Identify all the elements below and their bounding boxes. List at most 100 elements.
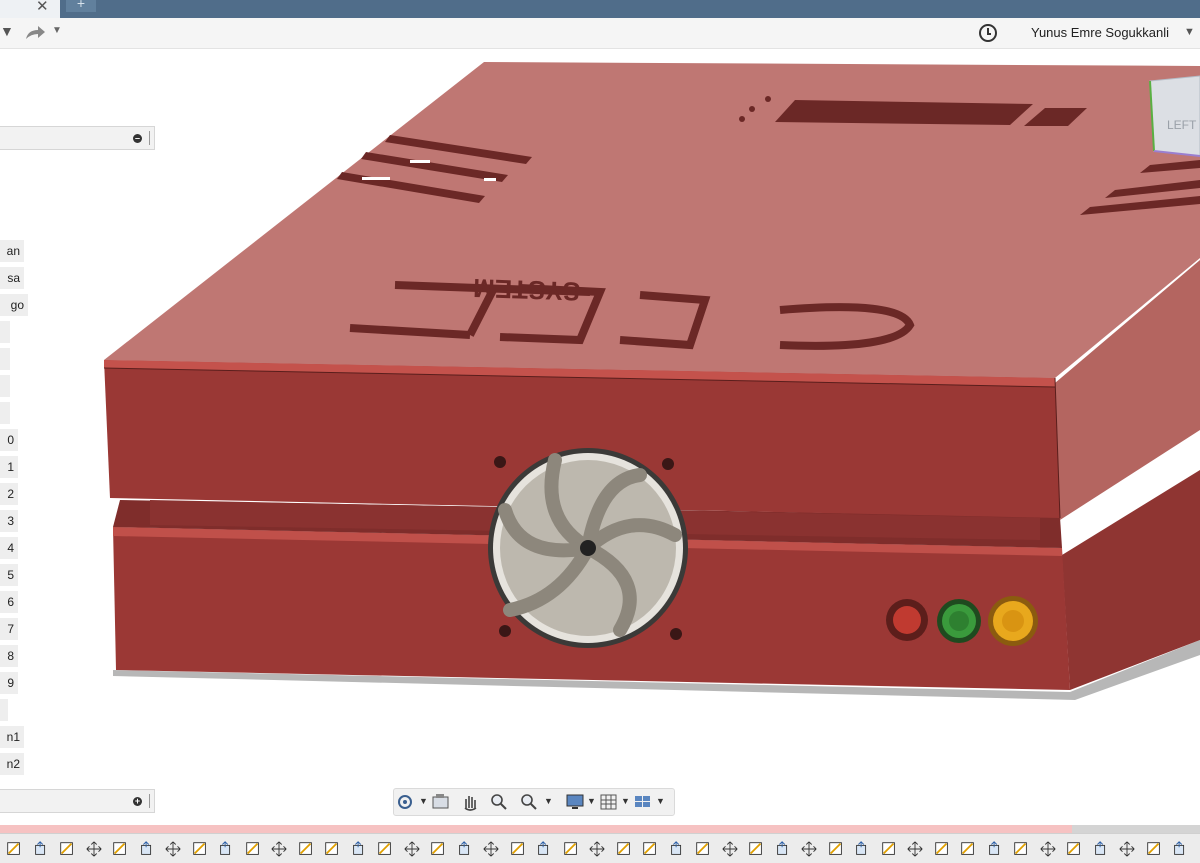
sketch-feature-icon[interactable] (375, 840, 395, 858)
orbit-dropdown-icon[interactable]: ▼ (419, 796, 428, 806)
pan-icon[interactable] (460, 792, 482, 812)
new-tab-button[interactable]: + (66, 0, 96, 12)
extrude-feature-icon[interactable] (31, 840, 51, 858)
sketch-feature-icon[interactable] (428, 840, 448, 858)
extrude-feature-icon[interactable] (534, 840, 554, 858)
sketch-feature-icon[interactable] (296, 840, 316, 858)
list-item[interactable]: an (0, 240, 24, 262)
sketch-feature-icon[interactable] (508, 840, 528, 858)
user-name[interactable]: Yunus Emre Sogukkanli (1031, 25, 1169, 40)
browser-panel-header[interactable]: – (0, 126, 155, 150)
viewports-dropdown-icon[interactable]: ▼ (656, 796, 665, 806)
list-item[interactable]: 5 (0, 564, 18, 586)
list-item[interactable] (0, 402, 10, 424)
sketch-feature-icon[interactable] (110, 840, 130, 858)
list-item[interactable]: 8 (0, 645, 18, 667)
list-item[interactable] (0, 321, 10, 343)
move-feature-icon[interactable] (163, 840, 183, 858)
list-item[interactable]: n1 (0, 726, 24, 748)
list-item[interactable]: 0 (0, 429, 18, 451)
view-cube[interactable]: LEFT (1140, 71, 1200, 161)
extrude-feature-icon[interactable] (137, 840, 157, 858)
expand-icon[interactable]: + (133, 797, 142, 806)
sketch-feature-icon[interactable] (1144, 840, 1164, 858)
list-item[interactable]: n2 (0, 753, 24, 775)
sketch-feature-icon[interactable] (190, 840, 210, 858)
move-feature-icon[interactable] (720, 840, 740, 858)
extrude-feature-icon[interactable] (773, 840, 793, 858)
comments-panel-header[interactable]: + (0, 789, 155, 813)
extrude-feature-icon[interactable] (1170, 840, 1190, 858)
user-dropdown-icon[interactable]: ▼ (1184, 26, 1195, 38)
list-item[interactable]: 6 (0, 591, 18, 613)
redo-dropdown-icon[interactable]: ▼ (52, 25, 62, 36)
list-item[interactable]: go (0, 294, 28, 316)
move-feature-icon[interactable] (84, 840, 104, 858)
collapse-icon[interactable]: – (133, 134, 142, 143)
sketch-feature-icon[interactable] (932, 840, 952, 858)
zoom-icon[interactable] (518, 792, 540, 812)
timeline-scroll-track[interactable] (0, 825, 1200, 833)
move-feature-icon[interactable] (402, 840, 422, 858)
sketch-feature-icon[interactable] (614, 840, 634, 858)
display-dropdown-icon[interactable]: ▼ (587, 796, 596, 806)
move-feature-icon[interactable] (905, 840, 925, 858)
move-feature-icon[interactable] (481, 840, 501, 858)
sketch-feature-icon[interactable] (4, 840, 24, 858)
list-item[interactable]: 9 (0, 672, 18, 694)
sketch-feature-icon[interactable] (57, 840, 77, 858)
document-tab[interactable]: ✕ (0, 0, 60, 18)
extrude-feature-icon[interactable] (1091, 840, 1111, 858)
list-item[interactable]: 1 (0, 456, 18, 478)
extrude-feature-icon[interactable] (216, 840, 236, 858)
list-item[interactable]: 4 (0, 537, 18, 559)
display-settings-icon[interactable] (564, 792, 586, 812)
sketch-feature-icon[interactable] (958, 840, 978, 858)
zoom-dropdown-icon[interactable]: ▼ (544, 796, 553, 806)
extrude-feature-icon[interactable] (667, 840, 687, 858)
sketch-feature-icon[interactable] (746, 840, 766, 858)
panel-resize-handle[interactable] (149, 794, 152, 808)
clock-icon[interactable] (979, 24, 997, 42)
list-item[interactable] (0, 375, 10, 397)
quick-access-toolbar: ▼ ▼ Yunus Emre Sogukkanli ▼ (0, 18, 1200, 49)
extrude-feature-icon[interactable] (852, 840, 872, 858)
view-cube-face-label: LEFT (1167, 118, 1197, 132)
look-at-icon[interactable] (430, 792, 452, 812)
move-feature-icon[interactable] (1038, 840, 1058, 858)
sketch-feature-icon[interactable] (243, 840, 263, 858)
sketch-feature-icon[interactable] (640, 840, 660, 858)
grid-icon[interactable] (598, 792, 620, 812)
sketch-feature-icon[interactable] (1011, 840, 1031, 858)
move-feature-icon[interactable] (587, 840, 607, 858)
extrude-feature-icon[interactable] (349, 840, 369, 858)
undo-dropdown-icon[interactable]: ▼ (0, 23, 14, 39)
list-item[interactable] (0, 699, 8, 721)
enclosure-model[interactable]: SYSTEM (0, 49, 1200, 825)
sketch-feature-icon[interactable] (693, 840, 713, 858)
viewports-icon[interactable] (632, 792, 654, 812)
sketch-feature-icon[interactable] (322, 840, 342, 858)
extrude-feature-icon[interactable] (985, 840, 1005, 858)
canvas-viewport[interactable]: SYSTEM LEFT – + an sa go 0 1 2 3 4 5 6 7… (0, 49, 1200, 825)
panel-resize-handle[interactable] (149, 131, 152, 145)
redo-icon[interactable] (24, 25, 46, 41)
list-item[interactable]: 3 (0, 510, 18, 532)
grid-dropdown-icon[interactable]: ▼ (621, 796, 630, 806)
timeline-scroll-thumb[interactable] (1072, 825, 1200, 833)
close-tab-icon[interactable]: ✕ (36, 0, 49, 15)
sketch-feature-icon[interactable] (561, 840, 581, 858)
sketch-feature-icon[interactable] (826, 840, 846, 858)
list-item[interactable]: sa (0, 267, 24, 289)
move-feature-icon[interactable] (1117, 840, 1137, 858)
move-feature-icon[interactable] (269, 840, 289, 858)
extrude-feature-icon[interactable] (455, 840, 475, 858)
sketch-feature-icon[interactable] (1064, 840, 1084, 858)
sketch-feature-icon[interactable] (879, 840, 899, 858)
list-item[interactable]: 7 (0, 618, 18, 640)
list-item[interactable] (0, 348, 10, 370)
zoom-window-icon[interactable] (488, 792, 510, 812)
list-item[interactable]: 2 (0, 483, 18, 505)
orbit-icon[interactable] (396, 792, 418, 812)
move-feature-icon[interactable] (799, 840, 819, 858)
